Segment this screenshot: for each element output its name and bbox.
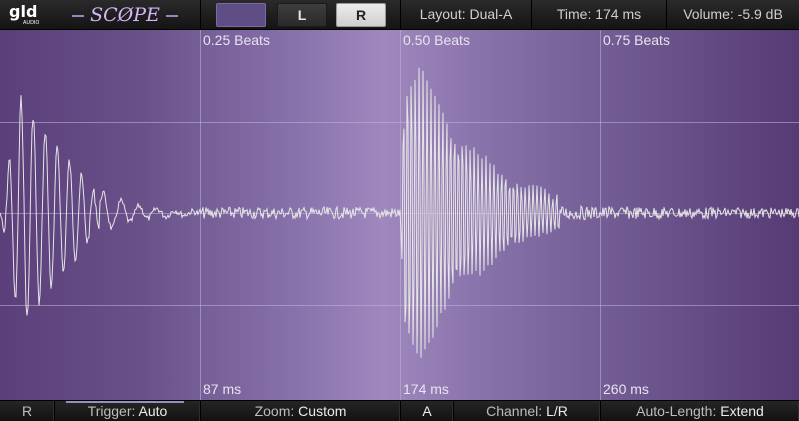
waveform-trace [0, 67, 799, 358]
beat-label-050: 0.50 Beats [403, 32, 470, 48]
beat-label-025: 0.25 Beats [203, 32, 270, 48]
channel-l-button[interactable]: L [277, 3, 327, 27]
volume-control[interactable]: Volume: -5.9 dB [667, 0, 799, 29]
product-name: SCØPE [90, 4, 160, 26]
trigger-selector[interactable]: Trigger: Auto [55, 401, 201, 421]
bottom-toolbar: R Trigger: Auto Zoom: Custom A Channel: … [0, 400, 799, 421]
gld-audio-logo: gld AUDIO [9, 2, 39, 26]
time-selector[interactable]: Time: 174 ms [532, 0, 666, 29]
zoom-label: Zoom: [254, 403, 295, 419]
channel-r-toggle[interactable]: R [0, 401, 55, 421]
channel-r-toggle-label: R [21, 403, 33, 419]
trigger-label: Trigger: [87, 403, 136, 419]
beat-label-075: 0.75 Beats [603, 32, 670, 48]
top-toolbar: gld AUDIO SCØPE L R Layout: Dual-A Time:… [0, 0, 799, 30]
scope-logo: SCØPE [72, 4, 178, 26]
a-button[interactable]: A [401, 401, 454, 421]
scope-grid-and-waveform [0, 30, 799, 400]
scope-display[interactable]: 0.25 Beats 0.50 Beats 0.75 Beats 87 ms 1… [0, 30, 799, 400]
ms-label-174: 174 ms [403, 381, 449, 397]
ms-label-87: 87 ms [203, 381, 242, 397]
channel-r-button[interactable]: R [336, 3, 386, 27]
auto-length-label: Auto-Length: [636, 403, 717, 419]
logo-text: gld [9, 2, 37, 21]
channel-selector[interactable]: Channel: L/R [454, 401, 601, 421]
auto-length-value: Extend [720, 403, 764, 419]
channel-value: L/R [546, 403, 568, 419]
zoom-selector[interactable]: Zoom: Custom [201, 401, 401, 421]
auto-length-selector[interactable]: Auto-Length: Extend [601, 401, 799, 421]
color-swatch-button[interactable] [216, 3, 266, 27]
logo-subtext: AUDIO [23, 20, 39, 26]
ms-label-260: 260 ms [603, 381, 649, 397]
trigger-value: Auto [138, 403, 168, 419]
zoom-value: Custom [298, 403, 347, 419]
layout-selector[interactable]: Layout: Dual-A [401, 0, 531, 29]
channel-label: Channel: [486, 403, 543, 419]
divider [200, 0, 201, 29]
a-button-label: A [422, 403, 432, 419]
